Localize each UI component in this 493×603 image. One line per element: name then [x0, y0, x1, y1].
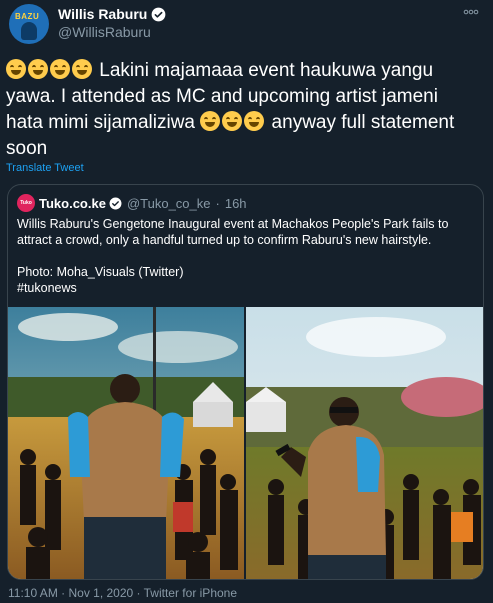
avatar[interactable]: BAZU: [9, 4, 49, 44]
verified-badge-icon: [151, 7, 166, 21]
display-name[interactable]: Willis Raburu: [58, 6, 147, 22]
quoted-avatar[interactable]: Tuko: [17, 194, 35, 212]
tweet-meta: 11:10 AM · Nov 1, 2020 · Twitter for iPh…: [8, 586, 238, 600]
avatar-logo: BAZU: [15, 12, 40, 21]
tweet-line-1: Lakini majamaaa event haukuwa yangu: [94, 60, 434, 81]
laughing-emoji-icon: [6, 59, 26, 79]
avatar-figure: [21, 22, 37, 40]
quoted-tweet[interactable]: Tuko Tuko.co.ke @Tuko_co_ke · 16h Willis…: [7, 184, 484, 580]
more-options-icon[interactable]: [463, 6, 479, 18]
quoted-tweet-text: Willis Raburu's Gengetone Inaugural even…: [17, 217, 449, 295]
laughing-emoji-icon: [28, 59, 48, 79]
tweet-card: BAZU Willis Raburu @WillisRaburu Lakini …: [0, 0, 493, 603]
quoted-handle[interactable]: @Tuko_co_ke: [127, 196, 211, 211]
laughing-emoji-icon: [50, 59, 70, 79]
laughing-emoji-icon: [222, 111, 243, 131]
user-handle[interactable]: @WillisRaburu: [58, 24, 151, 40]
event-photo-left[interactable]: [8, 307, 244, 579]
tweet-line-3-tail: anyway full statement: [266, 112, 455, 133]
quoted-display-name[interactable]: Tuko.co.ke: [39, 196, 106, 211]
verified-badge-icon: [109, 197, 122, 209]
laughing-emoji-icon: [244, 111, 265, 131]
tweet-line-3: hata mimi sijamaliziwa: [6, 112, 201, 133]
event-photo-right[interactable]: [246, 307, 483, 579]
tweet-text: Lakini majamaaa event haukuwa yangu yawa…: [6, 58, 486, 162]
author-name-row: Willis Raburu: [58, 6, 166, 22]
translate-tweet-link[interactable]: Translate Tweet: [6, 162, 84, 174]
laughing-emoji-icon: [200, 111, 221, 131]
laughing-emoji-icon: [72, 59, 92, 79]
event-photo-right-image: [246, 307, 483, 579]
event-photo-left-image: [8, 307, 244, 579]
tweet-line-4: soon: [6, 138, 48, 159]
quoted-tweet-header: Tuko Tuko.co.ke @Tuko_co_ke · 16h: [17, 194, 247, 212]
tweet-line-2: yawa. I attended as MC and upcoming arti…: [6, 86, 438, 107]
quoted-separator: ·: [215, 195, 220, 211]
quoted-time[interactable]: 16h: [225, 196, 247, 211]
